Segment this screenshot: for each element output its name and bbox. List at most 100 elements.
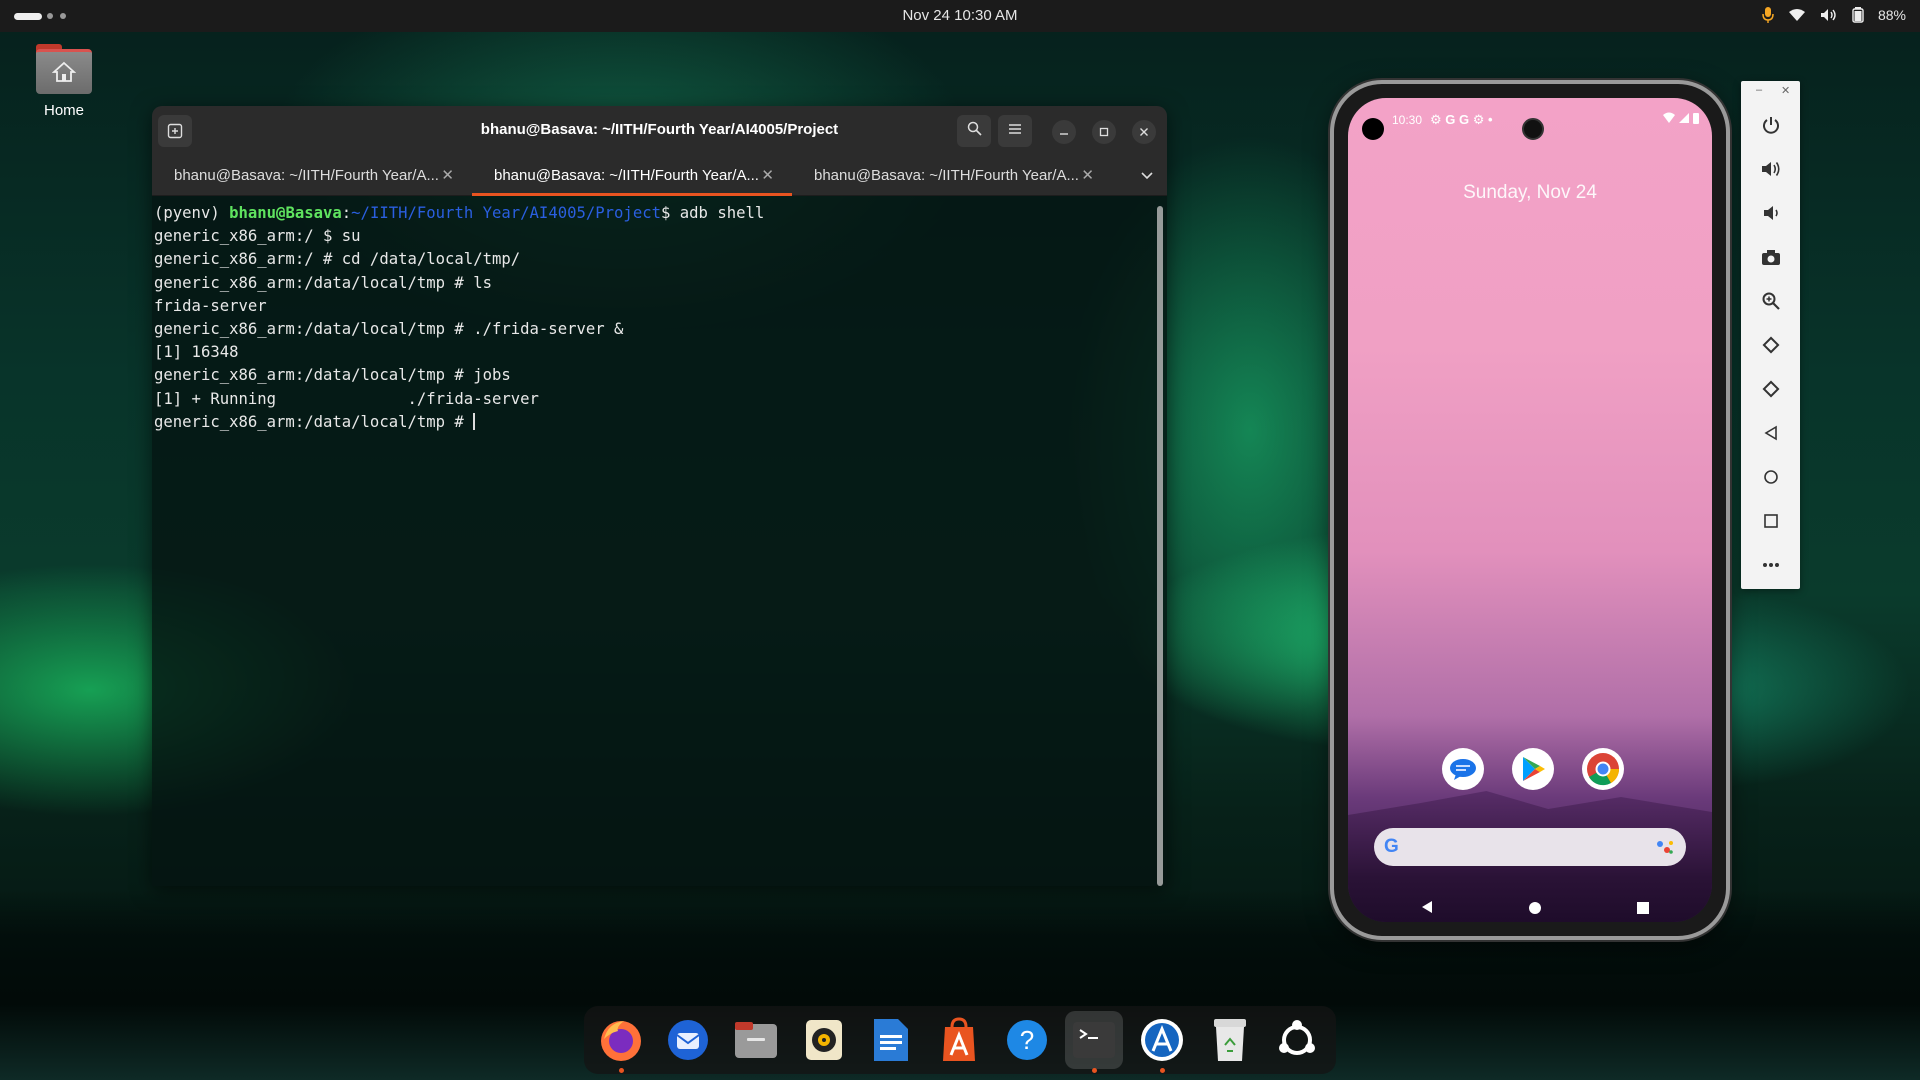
dock: ? — [584, 1006, 1336, 1074]
assistant-icon[interactable] — [1656, 839, 1674, 860]
volume-icon — [1820, 8, 1838, 22]
wifi-icon — [1788, 8, 1806, 22]
phone-screen[interactable]: 10:30 ⚙ G G ⚙ • Sunday, Nov 24 G — [1348, 98, 1712, 922]
terminal-line: generic_x86_arm:/data/local/tmp # jobs — [154, 366, 511, 385]
prompt-path: ~/IITH/Fourth Year/AI4005/Project — [351, 204, 661, 222]
terminal-tab-bar: bhanu@Basava: ~/IITH/Fourth Year/A... ✕ … — [152, 156, 1167, 196]
terminal-window[interactable]: bhanu@Basava: ~/IITH/Fourth Year/AI4005/… — [152, 106, 1167, 886]
chrome-app-icon[interactable] — [1582, 748, 1624, 790]
maximize-icon — [1099, 125, 1109, 140]
home-folder-label: Home — [43, 102, 84, 119]
battery-percentage: 88% — [1877, 7, 1906, 23]
emulator-minimize-icon[interactable]: – — [1756, 84, 1762, 96]
phone-status-bar: 10:30 ⚙ G G ⚙ • — [1348, 110, 1712, 140]
emulator-panel-titlebar: – ✕ — [1741, 81, 1800, 103]
help-icon[interactable]: ? — [998, 1011, 1056, 1069]
phone-status-time: 10:30 — [1392, 113, 1423, 127]
close-tab-icon[interactable]: ✕ — [441, 166, 454, 184]
libreoffice-writer-icon[interactable] — [863, 1011, 921, 1069]
maximize-button[interactable] — [1092, 120, 1116, 144]
system-tray[interactable]: 88% — [1762, 6, 1906, 24]
terminal-output[interactable]: (pyenv) bhanu@Basava:~/IITH/Fourth Year/… — [152, 196, 1167, 886]
zoom-icon[interactable] — [1741, 279, 1800, 323]
terminal-dock-icon[interactable] — [1065, 1011, 1124, 1073]
messages-app-icon[interactable] — [1442, 748, 1484, 790]
microphone-icon — [1762, 6, 1774, 24]
status-dot-icon — [1362, 118, 1384, 140]
rotate-right-icon[interactable] — [1741, 367, 1800, 411]
prompt-user: bhanu@Basava — [229, 204, 342, 222]
clock[interactable]: Nov 24 10:30 AM — [0, 7, 1920, 24]
terminal-line: (pyenv) bhanu@Basava:~/IITH/Fourth Year/… — [154, 202, 1165, 225]
terminal-line: generic_x86_arm:/ # cd /data/local/tmp/ — [154, 250, 521, 269]
hamburger-icon — [1008, 122, 1022, 140]
rotate-left-icon[interactable] — [1741, 323, 1800, 367]
trash-icon[interactable] — [1201, 1011, 1259, 1069]
nav-home-icon[interactable] — [1529, 901, 1541, 919]
minimize-icon — [1059, 125, 1069, 140]
top-bar: Nov 24 10:30 AM 88% — [0, 0, 1920, 32]
terminal-tab-label: bhanu@Basava: ~/IITH/Fourth Year/A... — [814, 167, 1079, 184]
minimize-button[interactable] — [1052, 120, 1076, 144]
overview-icon[interactable] — [1741, 499, 1800, 543]
home-folder-icon — [36, 44, 92, 94]
back-icon[interactable] — [1741, 411, 1800, 455]
close-icon — [1139, 125, 1149, 140]
nav-back-icon[interactable] — [1420, 900, 1434, 919]
terminal-tab[interactable]: bhanu@Basava: ~/IITH/Fourth Year/A... ✕ — [792, 156, 1112, 196]
text-cursor — [473, 412, 476, 430]
terminal-tab-label: bhanu@Basava: ~/IITH/Fourth Year/A... — [174, 167, 439, 184]
terminal-line: [1] 16348 — [154, 343, 239, 362]
show-apps-ubuntu-icon[interactable] — [1268, 1011, 1326, 1069]
terminal-line: generic_x86_arm:/data/local/tmp # ./frid… — [154, 320, 624, 339]
desktop-home-folder[interactable]: Home — [28, 44, 100, 119]
prompt-env: (pyenv) — [154, 204, 230, 222]
terminal-line: generic_x86_arm:/data/local/tmp # ls — [154, 273, 492, 292]
menu-button[interactable] — [998, 115, 1032, 147]
phone-nav-bar — [1348, 898, 1712, 918]
svg-text:?: ? — [1019, 1025, 1033, 1055]
emulator-control-panel: – ✕ — [1741, 81, 1800, 589]
volume-up-icon[interactable] — [1741, 147, 1800, 191]
phone-date[interactable]: Sunday, Nov 24 — [1348, 182, 1712, 204]
google-search-bar[interactable]: G — [1374, 828, 1686, 866]
notification-icons: ⚙ G G ⚙ • — [1430, 112, 1493, 127]
tab-overflow-chevron-down-icon[interactable] — [1141, 167, 1153, 185]
close-tab-icon[interactable]: ✕ — [761, 166, 774, 184]
terminal-input-line[interactable]: generic_x86_arm:/data/local/tmp # — [154, 411, 1165, 434]
thunderbird-icon[interactable] — [660, 1011, 718, 1069]
camera-icon[interactable] — [1741, 235, 1800, 279]
volume-down-icon[interactable] — [1741, 191, 1800, 235]
rhythmbox-icon[interactable] — [795, 1011, 853, 1069]
terminal-headerbar[interactable]: bhanu@Basava: ~/IITH/Fourth Year/AI4005/… — [152, 106, 1167, 156]
prompt-command: $ adb shell — [660, 204, 765, 222]
terminal-prompt: generic_x86_arm:/data/local/tmp # — [154, 412, 474, 431]
terminal-line: [1] + Running ./frida-server — [154, 389, 539, 408]
files-icon[interactable] — [727, 1011, 785, 1069]
prompt-separator: : — [341, 204, 352, 222]
emulator-close-icon[interactable]: ✕ — [1781, 84, 1790, 97]
terminal-tab-active[interactable]: bhanu@Basava: ~/IITH/Fourth Year/A... ✕ — [472, 156, 792, 196]
home-icon[interactable] — [1741, 455, 1800, 499]
power-icon[interactable] — [1741, 103, 1800, 147]
close-tab-icon[interactable]: ✕ — [1081, 166, 1094, 184]
software-updater-icon[interactable] — [1133, 1011, 1191, 1073]
firefox-icon[interactable] — [592, 1011, 650, 1073]
android-emulator-device: 10:30 ⚙ G G ⚙ • Sunday, Nov 24 G — [1330, 80, 1730, 940]
close-button[interactable] — [1132, 120, 1156, 144]
app-center-icon[interactable] — [930, 1011, 988, 1069]
search-button[interactable] — [957, 115, 991, 147]
phone-signal-battery-icon — [1662, 111, 1702, 128]
terminal-line: frida-server — [154, 296, 267, 315]
terminal-tab[interactable]: bhanu@Basava: ~/IITH/Fourth Year/A... ✕ — [152, 156, 472, 196]
google-logo-icon: G — [1384, 836, 1399, 857]
more-icon[interactable] — [1741, 543, 1800, 587]
terminal-scrollbar[interactable] — [1157, 206, 1163, 886]
front-camera-icon — [1522, 118, 1544, 140]
nav-overview-icon[interactable] — [1637, 901, 1649, 919]
play-store-app-icon[interactable] — [1512, 748, 1554, 790]
terminal-line: generic_x86_arm:/ $ su — [154, 227, 361, 246]
search-icon — [967, 121, 982, 141]
battery-icon — [1852, 7, 1864, 23]
terminal-tab-label: bhanu@Basava: ~/IITH/Fourth Year/A... — [494, 167, 759, 184]
